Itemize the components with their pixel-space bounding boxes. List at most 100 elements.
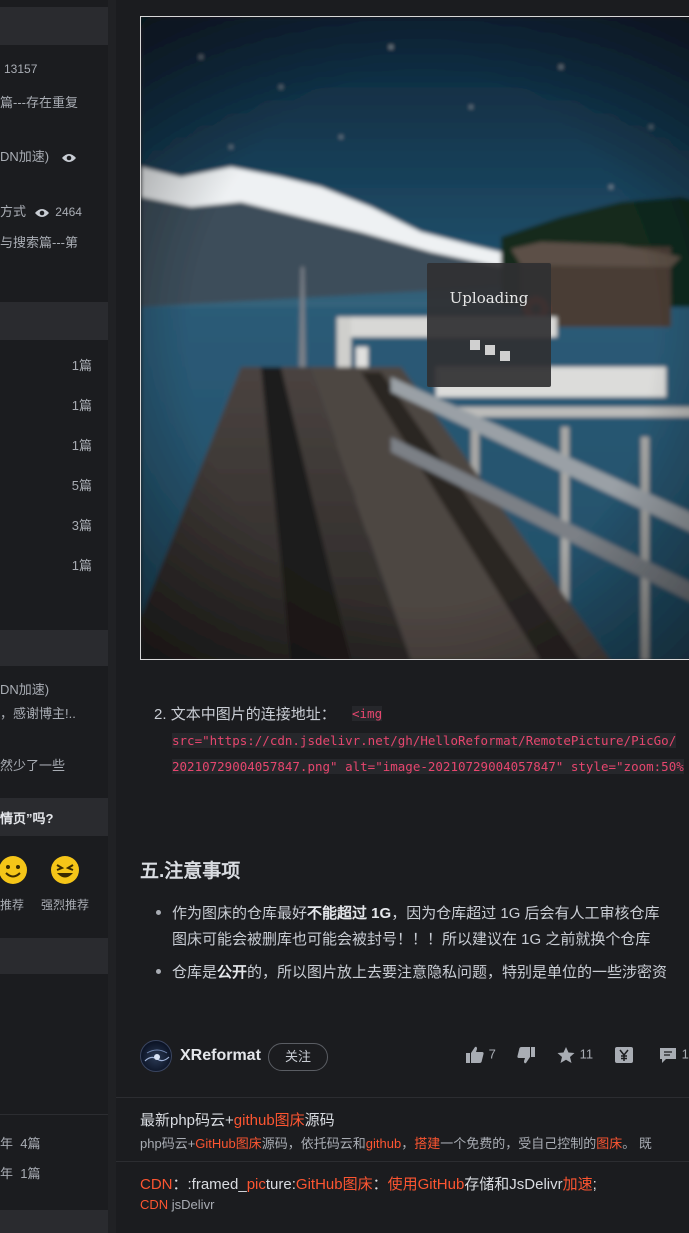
text-span: ture: <box>265 1176 296 1193</box>
loading-dot <box>470 340 480 350</box>
code-line: 20210729004057847.png" alt="image-202107… <box>172 759 684 774</box>
bold-text: 不能超过 1G <box>307 905 392 922</box>
popular-article-link[interactable]: 与搜索篇---第 <box>0 232 78 251</box>
divider <box>116 1097 689 1098</box>
lake-pier-photo <box>141 17 689 659</box>
highlight-span: pic <box>246 1176 266 1193</box>
inline-code: <img <box>352 706 383 721</box>
eye-icon <box>34 208 49 217</box>
highlight-span: 搭建 <box>414 1136 441 1151</box>
text-span: 一个免费的，受自己控制的 <box>440 1136 597 1151</box>
popular-article-title: 方式 <box>0 204 27 219</box>
divider <box>116 1161 689 1162</box>
rating-label-recommend: 推荐 <box>0 898 25 912</box>
recommended-article-title[interactable]: 最新php码云+github图床源码 <box>140 1109 335 1130</box>
text-span: 源码 <box>304 1112 335 1129</box>
highlight-span: 图床 <box>596 1136 623 1151</box>
article-main: Uploading 2. 文本中图片的连接地址： <img src="https… <box>116 0 689 1233</box>
text-span: ，因为仓库超过 1G 后会有人工审核仓库 <box>391 905 660 922</box>
recommended-article-title[interactable]: CDN：:framed_picture:GitHub图床：使用GitHub存储和… <box>140 1173 597 1194</box>
highlight-span: github图床 <box>233 1112 305 1129</box>
highlight-span: GitHub图床 <box>295 1176 373 1193</box>
bullet-text: 作为图床的仓库最好不能超过 1G，因为仓库超过 1G 后会有人工审核仓库 <box>172 902 660 923</box>
recommended-article-desc: php码云+GitHub图床源码，依托码云和github，搭建一个免费的，受自己… <box>140 1133 652 1152</box>
dislike-button[interactable] <box>516 1046 536 1064</box>
avatar-image <box>144 1049 170 1062</box>
text-span: ; <box>592 1176 597 1193</box>
text-span: ： <box>372 1176 388 1193</box>
comment-text: 然少了一些 <box>0 758 66 773</box>
text-span: jsDelivr <box>168 1197 215 1212</box>
comment-article-link[interactable]: DN加速) <box>0 679 49 698</box>
author-toolbar: XReformat 关注 7 11 1 <box>140 1040 689 1074</box>
highlight-span: GitHub图床 <box>195 1136 262 1151</box>
text-span: 最新php码云+ <box>140 1112 234 1129</box>
favorite-button[interactable]: 11 <box>556 1046 593 1064</box>
list-label: 文本中图片的连接地址： <box>170 706 336 723</box>
highlight-span: CDN <box>140 1197 169 1212</box>
list-item: 2. 文本中图片的连接地址： <box>154 703 336 724</box>
category-count[interactable]: 5篇 <box>72 475 92 494</box>
bullet-dot <box>156 969 161 974</box>
favorite-count: 11 <box>579 1046 594 1062</box>
highlight-span: 使用GitHub <box>387 1176 465 1193</box>
text-span: 。 既 <box>622 1136 652 1151</box>
author-name[interactable]: XReformat <box>180 1047 261 1065</box>
sidebar-section-header <box>0 302 108 340</box>
thumbs-down-icon <box>517 1047 535 1064</box>
list-number: 2. <box>154 706 167 723</box>
archive-count: 1篇 <box>20 1166 41 1181</box>
loading-dot <box>500 351 510 361</box>
follow-button[interactable]: 关注 <box>268 1043 328 1071</box>
comment-button[interactable]: 1 <box>658 1046 689 1064</box>
text-span: ：:framed_ <box>172 1176 247 1193</box>
like-button[interactable]: 7 <box>465 1046 496 1064</box>
inline-code: 20210729004057847.png" alt="image-202107… <box>172 759 684 774</box>
category-count[interactable]: 1篇 <box>72 555 92 574</box>
article-image: Uploading <box>140 16 689 660</box>
popular-article-link[interactable]: 方式 2464 <box>0 201 82 220</box>
popular-article-link[interactable]: DN加速) <box>0 146 77 165</box>
popular-article-link[interactable]: 篇---存在重复 <box>0 92 78 111</box>
archive-item[interactable]: 年 4篇 <box>0 1133 40 1152</box>
views-count: 2464 <box>55 205 82 219</box>
avatar[interactable] <box>140 1040 172 1072</box>
eye-icon <box>61 153 76 162</box>
smile-emoji-icon[interactable] <box>0 854 29 886</box>
category-count[interactable]: 3篇 <box>72 515 92 534</box>
highlight-span: CDN <box>140 1176 173 1193</box>
popular-views-count: 13157 <box>4 62 38 76</box>
sidebar: 13157 篇---存在重复 DN加速) 方式 2464 与搜索篇---第 1篇… <box>0 0 108 1233</box>
loading-dot <box>485 345 495 355</box>
archive-count: 4篇 <box>20 1136 41 1151</box>
question-header: 情页”吗? <box>0 798 108 836</box>
archive-year: 年 <box>0 1136 14 1151</box>
inline-code: src="https://cdn.jsdelivr.net/gh/HelloRe… <box>172 733 677 748</box>
text-span: 源码，依托码云和 <box>261 1136 366 1151</box>
highlight-span: 加速 <box>562 1176 593 1193</box>
bullet-dot <box>156 910 161 915</box>
category-count[interactable]: 1篇 <box>72 395 92 414</box>
divider <box>0 1114 108 1115</box>
reward-button[interactable] <box>614 1046 634 1064</box>
archive-item[interactable]: 年 1篇 <box>0 1163 40 1182</box>
category-count[interactable]: 1篇 <box>72 355 92 374</box>
section-heading: 五.注意事项 <box>140 861 241 882</box>
thumbs-up-icon <box>466 1046 484 1063</box>
archive-year: 年 <box>0 1166 14 1181</box>
laughing-emoji-icon[interactable] <box>49 854 81 886</box>
text-span: 仓库是 <box>172 964 218 981</box>
uploading-text: Uploading <box>449 289 529 307</box>
code-line: <img <box>352 706 383 721</box>
category-count[interactable]: 1篇 <box>72 435 92 454</box>
bold-text: 公开 <box>217 964 248 981</box>
sidebar-section-header <box>0 630 108 666</box>
sidebar-section-header <box>0 7 108 45</box>
text-span: 作为图床的仓库最好 <box>172 905 308 922</box>
sidebar-section-header <box>0 1210 108 1233</box>
highlight-span: github <box>365 1136 402 1151</box>
recommended-article-desc: CDN jsDelivr <box>140 1197 214 1212</box>
yen-icon <box>615 1047 633 1063</box>
comment-text: ，感谢博主!.. <box>0 706 76 721</box>
star-icon <box>557 1047 575 1063</box>
